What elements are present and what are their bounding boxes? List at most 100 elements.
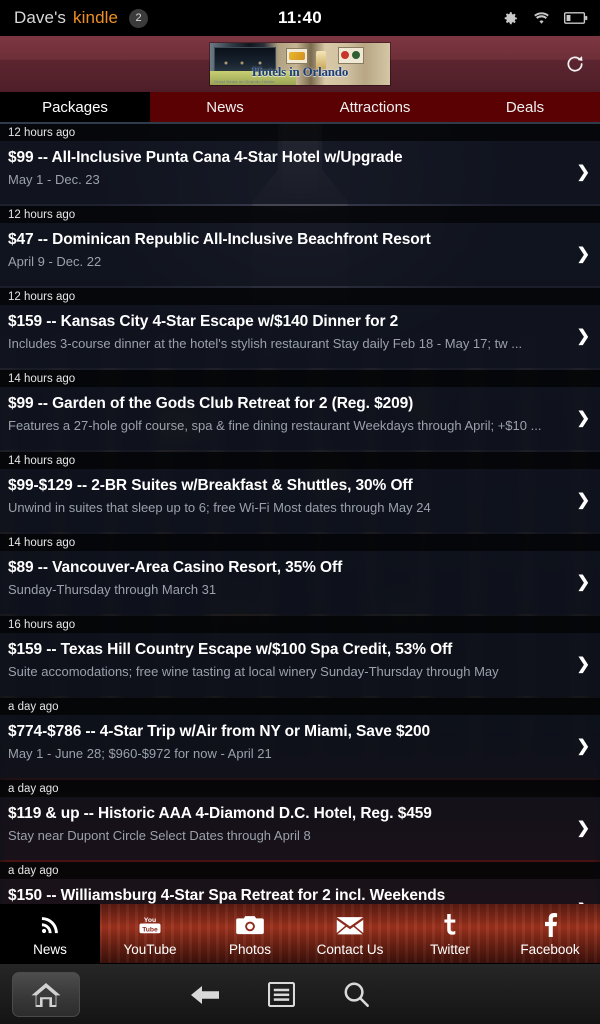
tab-news[interactable]: News xyxy=(150,92,300,122)
deal-description: Unwind in suites that sleep up to 6; fre… xyxy=(8,500,431,515)
twitter-icon xyxy=(440,912,460,938)
deal-title: $99 -- Garden of the Gods Club Retreat f… xyxy=(8,395,414,412)
gear-icon[interactable] xyxy=(502,10,519,27)
deal-title: $159 -- Kansas City 4-Star Escape w/$140… xyxy=(8,313,399,330)
social-nav-item-contact-us[interactable]: Contact Us xyxy=(300,904,400,963)
chevron-right-icon[interactable]: ❯ xyxy=(577,410,590,427)
deal-timestamp: 14 hours ago xyxy=(0,370,600,387)
deal-description: Sunday-Thursday through March 31 xyxy=(8,582,217,597)
social-nav-item-news[interactable]: News xyxy=(0,904,100,963)
deal-description: May 1 - Dec. 23 xyxy=(8,172,100,187)
social-nav-item-twitter[interactable]: Twitter xyxy=(400,904,500,963)
deal-body[interactable]: $150 -- Williamsburg 4-Star Spa Retreat … xyxy=(0,879,600,904)
deal-body[interactable]: $159 -- Texas Hill Country Escape w/$100… xyxy=(0,633,600,696)
ad-banner[interactable]: Hotels in Orlando Great Deals on Orlando… xyxy=(210,43,390,85)
deal-title: $99-$129 -- 2-BR Suites w/Breakfast & Sh… xyxy=(8,477,413,494)
menu-button[interactable] xyxy=(268,982,295,1007)
deal-title: $119 & up -- Historic AAA 4-Diamond D.C.… xyxy=(8,805,432,822)
search-button[interactable] xyxy=(343,981,370,1008)
wifi-icon[interactable] xyxy=(532,11,551,26)
social-nav-label: Photos xyxy=(228,942,272,957)
rss-icon xyxy=(39,912,61,938)
deal-title: $774-$786 -- 4-Star Trip w/Air from NY o… xyxy=(8,723,431,740)
deal-list-item[interactable]: 14 hours ago $99 -- Garden of the Gods Cl… xyxy=(0,370,600,450)
chevron-right-icon[interactable]: ❯ xyxy=(577,738,590,755)
deal-timestamp: a day ago xyxy=(0,862,600,879)
tab-packages[interactable]: Packages xyxy=(0,92,150,122)
deal-timestamp: 14 hours ago xyxy=(0,534,600,551)
deal-list-item[interactable]: a day ago $774-$786 -- 4-Star Trip w/Air … xyxy=(0,698,600,778)
back-button[interactable] xyxy=(190,983,220,1007)
app-header: Hotels in Orlando Great Deals on Orlando… xyxy=(0,36,600,92)
deal-title: $159 -- Texas Hill Country Escape w/$100… xyxy=(8,641,453,658)
envelope-icon xyxy=(336,912,364,938)
deal-list-item[interactable]: 12 hours ago $159 -- Kansas City 4-Star E… xyxy=(0,288,600,368)
system-nav-buttons xyxy=(190,964,430,1024)
deal-list-item[interactable]: 14 hours ago $89 -- Vancouver-Area Casino… xyxy=(0,534,600,614)
social-nav-item-photos[interactable]: Photos xyxy=(200,904,300,963)
tab-deals[interactable]: Deals xyxy=(450,92,600,122)
category-tabs: Packages News Attractions Deals xyxy=(0,92,600,124)
ad-banner-subtitle: Great Deals on Orlando Hotels xyxy=(214,79,275,84)
deal-list-item[interactable]: 14 hours ago $99-$129 -- 2-BR Suites w/Br… xyxy=(0,452,600,532)
deal-timestamp: 12 hours ago xyxy=(0,288,600,305)
deal-timestamp: 16 hours ago xyxy=(0,616,600,633)
chevron-right-icon[interactable]: ❯ xyxy=(577,328,590,345)
system-nav-bar xyxy=(0,963,600,1024)
tab-attractions[interactable]: Attractions xyxy=(300,92,450,122)
chevron-right-icon[interactable]: ❯ xyxy=(577,246,590,263)
deal-description: May 1 - June 28; $960-$972 for now - Apr… xyxy=(8,746,272,761)
deal-timestamp: 12 hours ago xyxy=(0,206,600,223)
deal-timestamp: a day ago xyxy=(0,780,600,797)
social-nav-item-facebook[interactable]: Facebook xyxy=(500,904,600,963)
deal-body[interactable]: $159 -- Kansas City 4-Star Escape w/$140… xyxy=(0,305,600,368)
chevron-right-icon[interactable]: ❯ xyxy=(577,574,590,591)
deal-title: $89 -- Vancouver-Area Casino Resort, 35%… xyxy=(8,559,343,576)
battery-low-icon[interactable] xyxy=(564,11,588,25)
deal-body[interactable]: $99-$129 -- 2-BR Suites w/Breakfast & Sh… xyxy=(0,469,600,532)
chevron-right-icon[interactable]: ❯ xyxy=(577,656,590,673)
deal-description: April 9 - Dec. 22 xyxy=(8,254,102,269)
deal-body[interactable]: $774-$786 -- 4-Star Trip w/Air from NY o… xyxy=(0,715,600,778)
svg-text:Tube: Tube xyxy=(142,926,158,933)
deal-list-item[interactable]: 12 hours ago $99 -- All-Inclusive Punta C… xyxy=(0,124,600,204)
youtube-icon: You Tube xyxy=(135,912,165,938)
deal-timestamp: a day ago xyxy=(0,698,600,715)
home-button[interactable] xyxy=(12,972,80,1017)
chevron-right-icon[interactable]: ❯ xyxy=(577,820,590,837)
status-bar-icons xyxy=(502,10,588,27)
deal-description: Suite accomodations; free wine tasting a… xyxy=(8,664,499,679)
social-nav-label: YouTube xyxy=(123,942,177,957)
deal-timestamp: 14 hours ago xyxy=(0,452,600,469)
svg-text:You: You xyxy=(144,917,156,924)
social-nav-label: News xyxy=(33,942,67,957)
facebook-icon xyxy=(542,912,558,938)
deal-list-item[interactable]: 12 hours ago $47 -- Dominican Republic Al… xyxy=(0,206,600,286)
deal-body[interactable]: $99 -- All-Inclusive Punta Cana 4-Star H… xyxy=(0,141,600,204)
ad-banner-title: Hotels in Orlando xyxy=(251,64,349,79)
deal-body[interactable]: $47 -- Dominican Republic All-Inclusive … xyxy=(0,223,600,286)
deal-list-item[interactable]: a day ago $119 & up -- Historic AAA 4-Dia… xyxy=(0,780,600,860)
social-nav-label: Contact Us xyxy=(316,942,384,957)
deal-title: $150 -- Williamsburg 4-Star Spa Retreat … xyxy=(8,887,446,904)
deal-body[interactable]: $89 -- Vancouver-Area Casino Resort, 35%… xyxy=(0,551,600,614)
deal-title: $99 -- All-Inclusive Punta Cana 4-Star H… xyxy=(8,149,403,166)
deal-list[interactable]: 12 hours ago $99 -- All-Inclusive Punta C… xyxy=(0,124,600,904)
camera-icon xyxy=(236,912,264,938)
deal-body[interactable]: $99 -- Garden of the Gods Club Retreat f… xyxy=(0,387,600,450)
social-nav-item-youtube[interactable]: You Tube YouTube xyxy=(100,904,200,963)
refresh-button[interactable] xyxy=(558,47,592,81)
deal-list-item[interactable]: 16 hours ago $159 -- Texas Hill Country E… xyxy=(0,616,600,696)
social-nav-label: Facebook xyxy=(520,942,580,957)
kindle-screen: Dave's kindle 2 11:40 Hotels in Orlando … xyxy=(0,0,600,1024)
system-status-bar: Dave's kindle 2 11:40 xyxy=(0,0,600,36)
deal-description: Includes 3-course dinner at the hotel's … xyxy=(8,336,523,351)
deal-title: $47 -- Dominican Republic All-Inclusive … xyxy=(8,231,431,248)
deal-description: Features a 27-hole golf course, spa & fi… xyxy=(8,418,542,433)
chevron-right-icon[interactable]: ❯ xyxy=(577,492,590,509)
deal-timestamp: 12 hours ago xyxy=(0,124,600,141)
deal-body[interactable]: $119 & up -- Historic AAA 4-Diamond D.C.… xyxy=(0,797,600,860)
deal-description: Stay near Dupont Circle Select Dates thr… xyxy=(8,828,311,843)
chevron-right-icon[interactable]: ❯ xyxy=(577,164,590,181)
deal-list-item[interactable]: a day ago $150 -- Williamsburg 4-Star Spa… xyxy=(0,862,600,904)
